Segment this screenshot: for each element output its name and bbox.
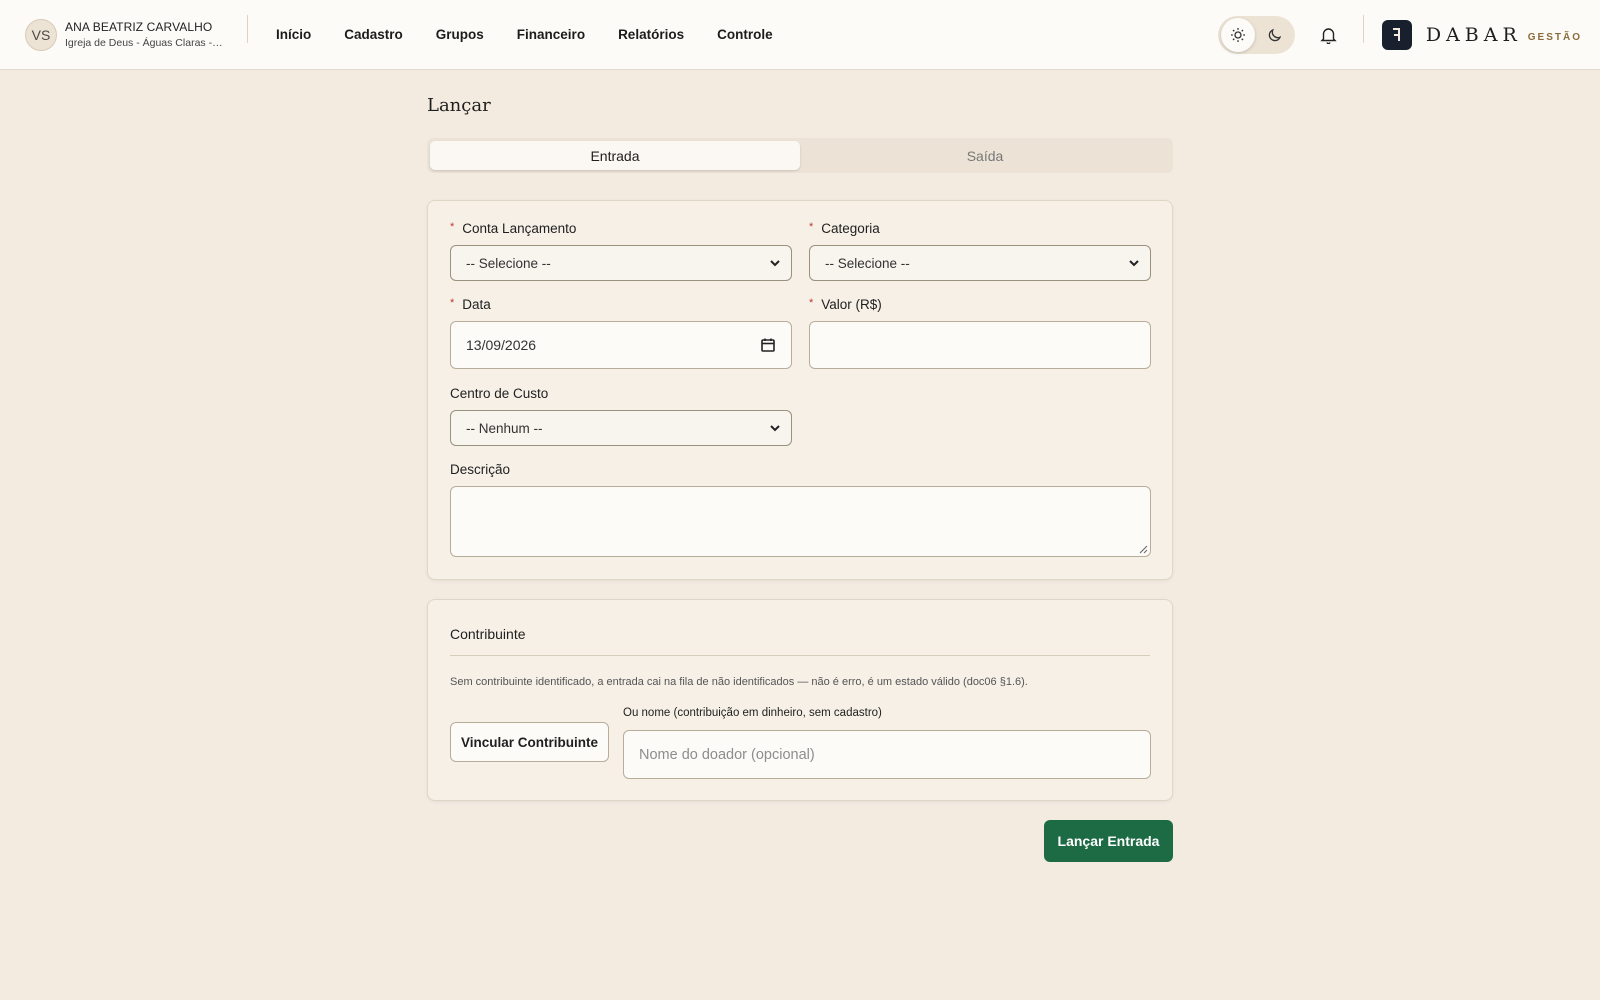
descricao-label: Descrição [450, 462, 511, 477]
resize-handle-icon[interactable] [1138, 544, 1148, 554]
main-nav: Início Cadastro Grupos Financeiro Relató… [276, 27, 806, 42]
conta-label-text: Conta Lançamento [462, 221, 577, 236]
nav-item-grupos[interactable]: Grupos [436, 27, 484, 42]
valor-label-text: Valor (R$) [821, 297, 882, 312]
required-mark: * [450, 297, 455, 309]
moon-icon[interactable] [1258, 18, 1292, 52]
valor-label: * Valor (R$) [809, 297, 882, 312]
contribuinte-title: Contribuinte [450, 626, 526, 642]
top-bar: VS ANA BEATRIZ CARVALHO Igreja de Deus -… [0, 0, 1600, 70]
donor-name-placeholder: Nome do doador (opcional) [639, 746, 815, 763]
user-text: ANA BEATRIZ CARVALHO Igreja de Deus - Ág… [65, 20, 225, 49]
user-info[interactable]: VS ANA BEATRIZ CARVALHO Igreja de Deus -… [25, 18, 247, 51]
data-input[interactable]: 13/09/2026 [450, 321, 792, 369]
donor-name-label: Ou nome (contribuição em dinheiro, sem c… [623, 707, 882, 719]
categoria-label-text: Categoria [821, 221, 880, 236]
nav-item-controle[interactable]: Controle [717, 27, 773, 42]
chevron-down-icon [770, 260, 780, 267]
page-title: Lançar [427, 95, 491, 116]
required-mark: * [450, 221, 455, 233]
contribuinte-card: Contribuinte Sem contribuinte identifica… [427, 599, 1173, 801]
categoria-label: * Categoria [809, 221, 880, 236]
chevron-down-icon [1129, 260, 1139, 267]
bell-icon[interactable] [1317, 23, 1341, 47]
theme-toggle[interactable] [1217, 16, 1295, 54]
tab-entrada[interactable]: Entrada [430, 141, 800, 170]
submit-row: Lançar Entrada [427, 820, 1173, 862]
header-divider-right [1362, 15, 1364, 43]
chevron-down-icon [770, 425, 780, 432]
submit-entry-button[interactable]: Lançar Entrada [1044, 820, 1173, 862]
centro-select[interactable]: -- Nenhum -- [450, 410, 792, 446]
donor-name-input[interactable]: Nome do doador (opcional) [623, 730, 1151, 779]
calendar-icon[interactable] [760, 337, 776, 353]
conta-select-value: -- Selecione -- [466, 255, 551, 271]
entry-form-card: * Conta Lançamento -- Selecione -- * Categ… [427, 200, 1173, 580]
required-mark: * [809, 297, 814, 309]
centro-select-value: -- Nenhum -- [466, 420, 543, 436]
contribuinte-hint: Sem contribuinte identificado, a entrada… [450, 676, 1028, 688]
data-input-value: 13/09/2026 [466, 337, 537, 353]
entry-type-tabs: Entrada Saída [427, 138, 1173, 173]
user-org: Igreja de Deus - Águas Claras - I... [65, 37, 225, 49]
header-tools: DABAR GESTÃO [1217, 0, 1582, 70]
nav-item-relatorios[interactable]: Relatórios [618, 27, 684, 42]
nav-item-inicio[interactable]: Início [276, 27, 311, 42]
conta-label: * Conta Lançamento [450, 221, 576, 236]
tab-saida[interactable]: Saída [800, 141, 1170, 170]
header-divider [247, 14, 248, 43]
nav-item-financeiro[interactable]: Financeiro [517, 27, 585, 42]
nav-item-cadastro[interactable]: Cadastro [344, 27, 403, 42]
main-content: Lançar Entrada Saída * Conta Lançamento -… [427, 70, 1173, 862]
conta-select[interactable]: -- Selecione -- [450, 245, 792, 281]
categoria-select-value: -- Selecione -- [825, 255, 910, 271]
logo-word: DABAR [1425, 24, 1522, 46]
required-mark: * [809, 221, 814, 233]
user-name: ANA BEATRIZ CARVALHO [65, 20, 213, 34]
avatar[interactable]: VS [25, 18, 57, 51]
centro-label: Centro de Custo [450, 386, 549, 401]
logo-subtitle: GESTÃO [1527, 32, 1582, 43]
section-divider [450, 655, 1150, 656]
categoria-select[interactable]: -- Selecione -- [809, 245, 1151, 281]
logo-icon[interactable] [1381, 20, 1412, 50]
data-label: * Data [450, 297, 491, 312]
sun-icon[interactable] [1220, 18, 1255, 52]
valor-input[interactable] [809, 321, 1151, 369]
link-contributor-button[interactable]: Vincular Contribuinte [450, 722, 609, 762]
descricao-textarea[interactable] [450, 486, 1151, 557]
data-label-text: Data [462, 297, 491, 312]
